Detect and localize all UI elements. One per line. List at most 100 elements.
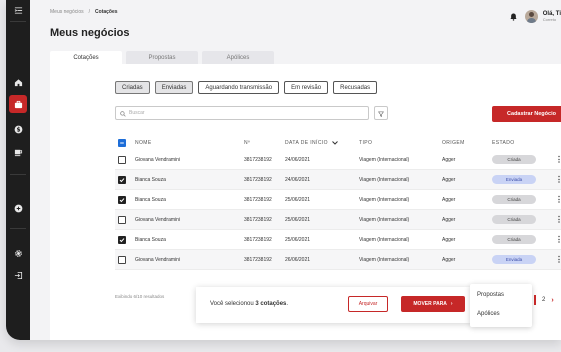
cell-nome: Giovana Vendramini [135, 156, 181, 163]
row-menu-button[interactable]: ⋮ [555, 190, 561, 209]
row-select-cell [118, 190, 126, 209]
status-badge: Enviada [492, 255, 536, 264]
logout-icon[interactable] [6, 266, 30, 284]
filter-icon [378, 104, 384, 122]
pagination: 2 › [534, 295, 554, 305]
cell-data: 24/06/2021 [285, 156, 311, 163]
user-info: Olá, Ti Correto [543, 11, 561, 22]
plus-icon[interactable] [6, 199, 30, 217]
more-vertical-icon: ⋮ [555, 174, 561, 184]
cell-tipo: Viagem (Internacional) [359, 176, 410, 183]
cell-numero: 3817238192 [244, 176, 272, 183]
filter-chip-em-revisao[interactable]: Em revisão [284, 81, 329, 94]
archive-button[interactable]: Arquivar [348, 296, 388, 312]
row-checkbox[interactable] [118, 215, 126, 224]
sidebar-divider [10, 174, 26, 175]
select-all-checkbox[interactable] [118, 138, 126, 147]
pagination-page[interactable]: 2 [542, 297, 545, 303]
cell-origem: Agger [442, 156, 456, 163]
status-badge: Criada [492, 155, 536, 164]
more-vertical-icon: ⋮ [555, 254, 561, 264]
filter-chip-criadas[interactable]: Criadas [115, 81, 150, 94]
tab-propostas[interactable]: Propostas [126, 51, 198, 64]
status-badge: Enviada [492, 175, 536, 184]
row-menu-button[interactable]: ⋮ [555, 170, 561, 189]
search-box [115, 106, 369, 120]
row-checkbox[interactable] [118, 235, 126, 244]
cell-estado: Criada [492, 210, 536, 229]
column-header-tipo: TIPO [359, 139, 373, 146]
cell-data: 24/06/2021 [285, 176, 311, 183]
search-icon [120, 104, 126, 122]
filter-chip-recusadas[interactable]: Recusadas [333, 81, 378, 94]
column-header-data[interactable]: DATA DE INÍCIO [285, 135, 338, 150]
tab-apolices[interactable]: Apólices [202, 51, 274, 64]
menu-expand-icon[interactable] [6, 1, 30, 19]
column-header-numero: Nº [244, 139, 251, 146]
breadcrumb-root[interactable]: Meus negócios [50, 9, 84, 15]
breadcrumb-current: Cotações [95, 9, 118, 15]
search-input[interactable] [129, 110, 349, 116]
column-header-estado: ESTADO [492, 139, 515, 146]
cell-nome: Bianca Souza [135, 176, 166, 183]
row-menu-button[interactable]: ⋮ [555, 250, 561, 269]
column-header-data-label: DATA DE INÍCIO [285, 139, 328, 146]
status-badge: Criada [492, 215, 536, 224]
dollar-icon[interactable]: $ [6, 120, 30, 138]
cell-origem: Agger [442, 176, 456, 183]
table-row[interactable]: Giovana Vendramini 3817238192 25/06/2021 Vi… [115, 210, 561, 230]
move-to-button[interactable]: MOVER PARA › [401, 296, 465, 312]
table-row[interactable]: Bianca Souza 3817238192 24/06/2021 Viagem (… [115, 170, 561, 190]
cell-origem: Agger [442, 256, 456, 263]
cell-numero: 3817238192 [244, 156, 272, 163]
dropdown-item-propostas[interactable]: Propostas [477, 292, 504, 298]
cell-estado: Criada [492, 190, 536, 209]
table-header: NOME Nº DATA DE INÍCIO TIPO ORIGEM ESTAD… [115, 135, 561, 150]
status-filters: Criadas Enviadas Aguardando transmissão … [115, 81, 378, 94]
page-title: Meus negócios [50, 27, 130, 39]
row-checkbox[interactable] [118, 155, 126, 164]
cell-numero: 3817238192 [244, 256, 272, 263]
row-menu-button[interactable]: ⋮ [555, 150, 561, 169]
main-content: Meus negócios / Cotações Meus negócios Olá… [30, 0, 561, 340]
chevron-down-icon [332, 140, 338, 145]
gear-icon[interactable] [6, 244, 30, 262]
new-deal-button[interactable]: Cadastrar Negócio [492, 106, 561, 122]
tab-cotacoes[interactable]: Cotações [50, 51, 122, 64]
more-vertical-icon: ⋮ [555, 214, 561, 224]
breadcrumb: Meus negócios / Cotações [50, 9, 118, 15]
table-row[interactable]: Bianca Souza 3817238192 25/06/2021 Viagem (… [115, 190, 561, 210]
dropdown-item-apolices[interactable]: Apólices [477, 311, 500, 317]
filter-button[interactable] [374, 106, 388, 120]
table-row[interactable]: Giovana Vendramini 3817238192 24/06/2021 Vi… [115, 150, 561, 170]
pagination-next-icon[interactable]: › [551, 297, 553, 304]
row-checkbox[interactable] [118, 255, 126, 264]
selection-text: Você selecionou 3 cotações. [210, 301, 288, 307]
cell-origem: Agger [442, 236, 456, 243]
table-row[interactable]: Giovana Vendramini 3817238192 26/06/2021 Vi… [115, 250, 561, 270]
table-row[interactable]: Bianca Souza 3817238192 25/06/2021 Viagem (… [115, 230, 561, 250]
filter-chip-aguardando[interactable]: Aguardando transmissão [198, 81, 280, 94]
cell-estado: Criada [492, 230, 536, 249]
row-checkbox[interactable] [118, 195, 126, 204]
user-area[interactable]: Olá, Ti Correto [508, 10, 561, 23]
home-icon[interactable] [6, 73, 30, 91]
status-badge: Criada [492, 235, 536, 244]
more-vertical-icon: ⋮ [555, 234, 561, 244]
move-to-label: MOVER PARA [413, 301, 447, 307]
row-select-cell [118, 230, 126, 249]
row-menu-button[interactable]: ⋮ [555, 210, 561, 229]
cell-origem: Agger [442, 216, 456, 223]
filter-chip-enviadas[interactable]: Enviadas [154, 81, 194, 94]
cell-estado: Enviada [492, 250, 536, 269]
sidebar: $ [6, 0, 30, 340]
row-menu-button[interactable]: ⋮ [555, 230, 561, 249]
row-checkbox[interactable] [118, 175, 126, 184]
breadcrumb-separator: / [88, 9, 91, 15]
bell-icon[interactable] [508, 11, 520, 23]
avatar[interactable] [524, 10, 538, 23]
coffee-icon[interactable] [6, 143, 30, 161]
cell-numero: 3817238192 [244, 196, 272, 203]
cell-numero: 3817238192 [244, 216, 272, 223]
briefcase-icon[interactable] [9, 95, 27, 113]
